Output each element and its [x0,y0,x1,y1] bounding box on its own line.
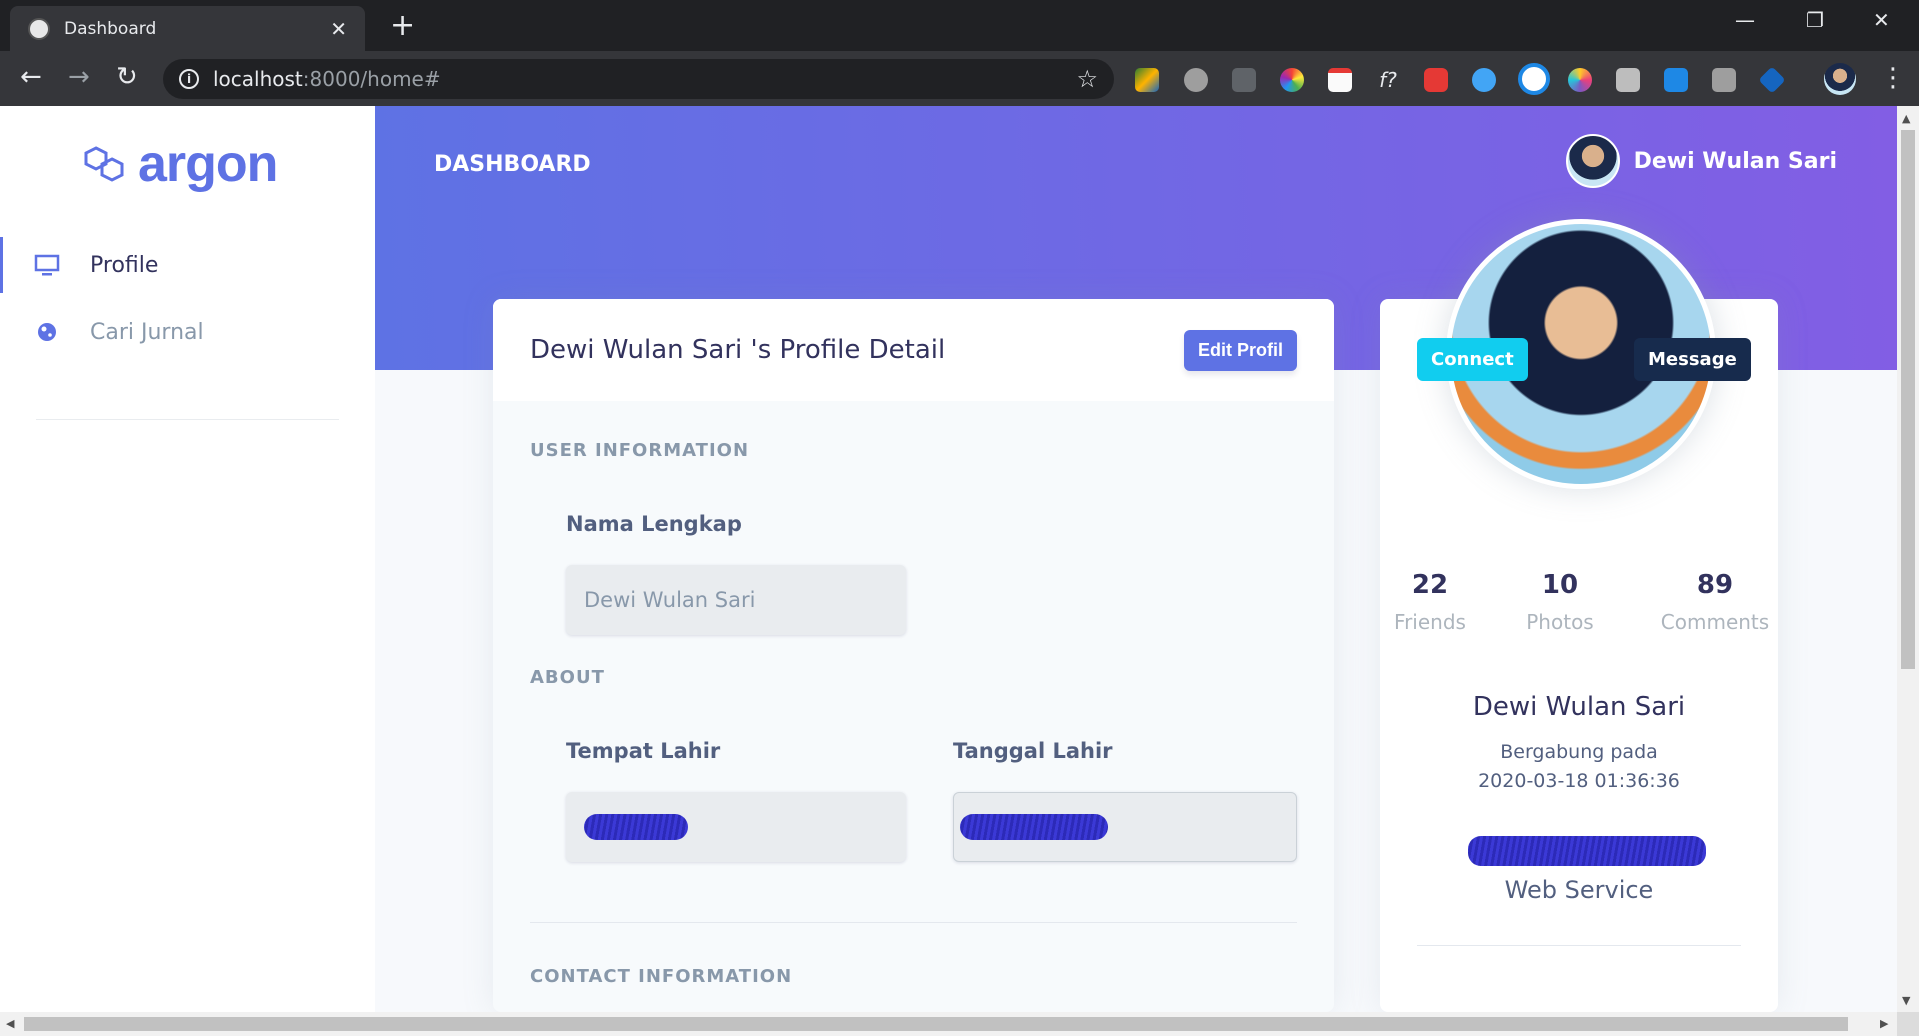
vertical-scrollbar[interactable]: ▲ ▼ [1897,106,1919,1012]
stat-photos: 10 Photos [1515,570,1605,634]
new-tab-button[interactable]: + [390,8,415,43]
redacted-value [584,814,688,840]
avatar [1565,134,1620,188]
brand-logo[interactable]: argon [84,134,278,194]
browser-tab-strip: Dashboard ✕ + — ❐ ✕ [0,0,1919,51]
url-path: :8000/home# [302,67,441,91]
profile-detail-card: Dewi Wulan Sari 's Profile Detail Edit P… [493,299,1334,1012]
stat-label: Photos [1526,610,1594,634]
nama-lengkap-value: Dewi Wulan Sari [584,588,756,612]
forward-icon[interactable]: → [68,62,90,92]
user-menu[interactable]: Dewi Wulan Sari [1565,134,1837,188]
back-icon[interactable]: ← [20,62,42,92]
profile-name: Dewi Wulan Sari [1472,692,1686,722]
redacted-value [960,814,1108,840]
scrollbar-thumb[interactable] [1901,130,1915,669]
extension-globe-icon[interactable] [1472,68,1496,92]
tab-close-icon[interactable]: ✕ [330,17,347,41]
edit-profile-button[interactable]: Edit Profil [1184,329,1297,371]
argon-logo-icon [84,146,124,182]
redacted-value [1468,836,1706,866]
address-bar[interactable]: i localhost :8000/home# ☆ [163,59,1114,99]
message-button[interactable]: Message [1634,338,1751,381]
section-heading-user-info: USER INFORMATION [530,440,750,461]
profile-job: Web Service [1504,876,1654,904]
card-divider [1417,945,1741,946]
stat-friends: 22 Friends [1385,570,1475,634]
scroll-up-icon[interactable]: ▲ [1902,112,1910,125]
stat-label: Friends [1394,610,1466,634]
browser-toolbar: ← → ↻ i localhost :8000/home# ☆ f? ⋮ [0,51,1919,106]
extension-move-icon[interactable] [1232,68,1256,92]
monitor-icon [34,254,60,276]
scrollbar-thumb[interactable] [24,1017,1848,1031]
sidebar-item-label: Profile [90,252,159,278]
tanggal-lahir-label: Tanggal Lahir [953,739,1113,763]
tempat-lahir-label: Tempat Lahir [566,739,721,763]
sidebar-divider [36,419,339,420]
extension-copy-icon[interactable] [1712,68,1736,92]
user-name: Dewi Wulan Sari [1633,148,1837,174]
page-title[interactable]: DASHBOARD [434,152,591,177]
connect-button[interactable]: Connect [1417,338,1528,381]
browser-menu-icon[interactable]: ⋮ [1880,63,1906,93]
section-heading-contact: CONTACT INFORMATION [530,966,793,987]
sidebar-item-label: Cari Jurnal [90,319,204,345]
extension-ring-icon[interactable] [1568,68,1592,92]
sidebar: argon Profile Cari Jurnal [0,106,375,1012]
extension-arrow-icon[interactable] [1758,66,1786,94]
tempat-lahir-field[interactable] [566,792,906,862]
extension-function-icon[interactable]: f? [1376,68,1400,92]
card-header: Dewi Wulan Sari 's Profile Detail Edit P… [493,299,1334,401]
extension-color-icon[interactable] [1280,68,1304,92]
stat-value: 10 [1541,570,1579,600]
nama-lengkap-field[interactable]: Dewi Wulan Sari [566,565,906,635]
scroll-right-icon[interactable]: ▶ [1880,1017,1888,1030]
sidebar-item-cari-jurnal[interactable]: Cari Jurnal [0,304,375,360]
card-title: Dewi Wulan Sari 's Profile Detail [530,335,946,365]
tanggal-lahir-field[interactable] [953,792,1297,862]
extension-icon[interactable] [1135,68,1159,92]
stat-value: 22 [1411,570,1449,600]
url-host: localhost [213,67,303,91]
scrollbar-corner [1897,1012,1919,1036]
scroll-down-icon[interactable]: ▼ [1902,994,1910,1007]
browser-tab[interactable]: Dashboard ✕ [10,6,365,51]
window-close-button[interactable]: ✕ [1873,8,1890,32]
extension-gear-icon[interactable] [1184,68,1208,92]
extension-translate-icon[interactable] [1664,68,1688,92]
joined-label: Bergabung pada [1500,741,1658,763]
nama-lengkap-label: Nama Lengkap [566,512,742,536]
reload-icon[interactable]: ↻ [116,62,138,92]
horizontal-scrollbar[interactable]: ◀ ▶ [0,1012,1897,1036]
maximize-button[interactable]: ❐ [1806,8,1824,32]
web-page: argon Profile Cari Jurnal DASHBOARD Dewi… [0,106,1897,1012]
extension-circle-icon[interactable] [1518,63,1550,95]
scroll-left-icon[interactable]: ◀ [6,1017,14,1030]
site-info-icon[interactable]: i [179,69,199,89]
stat-comments: 89 Comments [1655,570,1775,634]
browser-profile-avatar[interactable] [1824,63,1856,95]
stat-label: Comments [1660,610,1770,634]
minimize-button[interactable]: — [1735,8,1755,32]
tab-title: Dashboard [64,18,157,39]
section-divider [530,922,1297,923]
favicon-icon [28,17,50,40]
extension-calendar-icon[interactable] [1328,68,1352,92]
section-heading-about: ABOUT [530,667,605,688]
extension-shield-icon[interactable] [1424,68,1448,92]
joined-date: 2020-03-18 01:36:36 [1478,770,1680,792]
bookmark-star-icon[interactable]: ☆ [1076,65,1098,93]
sidebar-item-profile[interactable]: Profile [0,237,375,293]
logo-text: argon [138,135,278,193]
planet-icon [38,323,56,341]
stat-value: 89 [1696,570,1734,600]
extension-camera-icon[interactable] [1616,68,1640,92]
